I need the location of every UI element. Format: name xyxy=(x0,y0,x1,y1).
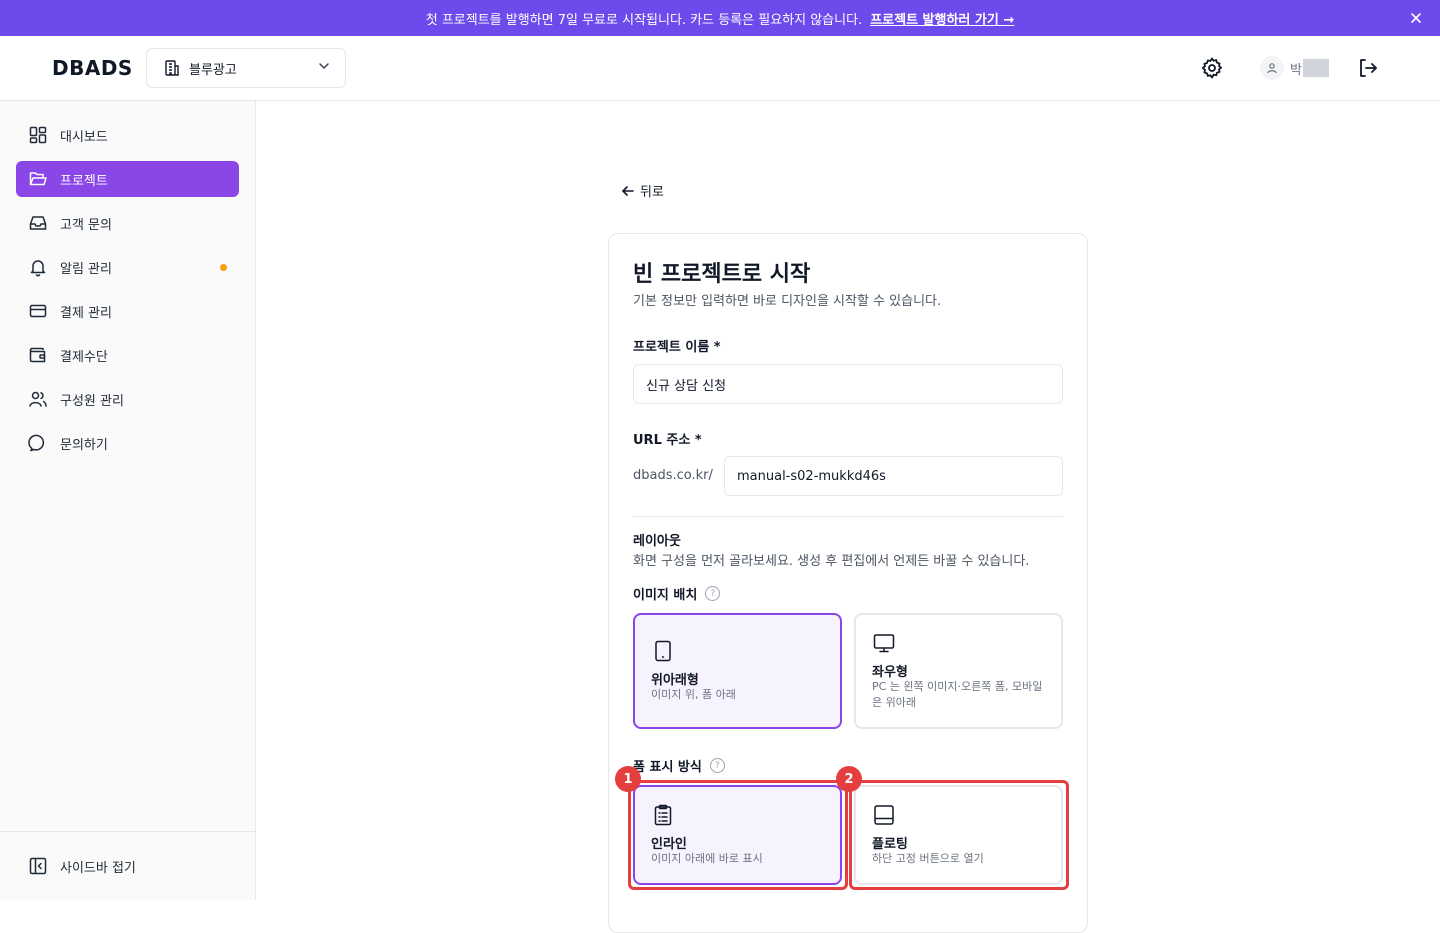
annotation-badge-2: 2 xyxy=(836,766,862,792)
sidebar-item-label: 문의하기 xyxy=(60,437,108,453)
user-icon xyxy=(1260,56,1284,80)
arrow-left-icon xyxy=(620,183,636,199)
url-input[interactable]: manual-s02-mukkd46s xyxy=(724,456,1063,496)
option-side-by-side-layout[interactable]: 좌우형 PC 는 왼쪽 이미지·오른쪽 폼, 모바일은 위아래 xyxy=(854,613,1063,729)
collapse-label: 사이드바 접기 xyxy=(60,860,136,876)
user-menu[interactable]: 박 xyxy=(1260,56,1329,80)
sidebar-footer: 사이드바 접기 xyxy=(0,831,255,900)
user-name: 박 xyxy=(1290,62,1302,78)
folder-icon xyxy=(28,169,48,189)
form-display-text: 폼 표시 방식 xyxy=(633,760,702,775)
option-description: 이미지 위, 폼 아래 xyxy=(651,688,736,701)
building-icon xyxy=(163,59,181,77)
page-title: 빈 프로젝트로 시작 xyxy=(633,262,811,287)
users-icon xyxy=(28,389,48,409)
tablet-icon xyxy=(651,639,675,663)
divider xyxy=(633,516,1063,517)
layout-description: 화면 구성을 먼저 골라보세요. 생성 후 편집에서 언제든 바꿀 수 있습니다… xyxy=(633,554,1030,569)
image-placement-label: 이미지 배치 ? xyxy=(633,584,721,603)
dashboard-icon xyxy=(28,125,48,145)
image-placement-text: 이미지 배치 xyxy=(633,588,698,603)
sidebar-item-notifications[interactable]: 알림 관리 xyxy=(16,249,239,285)
logout-icon[interactable] xyxy=(1356,56,1380,80)
banner-message: 첫 프로젝트를 발행하면 7일 무료로 시작됩니다. 카드 등록은 필요하지 않… xyxy=(425,12,863,28)
close-icon[interactable] xyxy=(1406,8,1426,28)
sidebar-item-dashboard[interactable]: 대시보드 xyxy=(16,117,239,153)
wallet-icon xyxy=(28,345,48,365)
project-name-label: 프로젝트 이름 * xyxy=(633,340,721,355)
option-title: 위아래형 xyxy=(651,673,699,688)
banner-publish-link[interactable]: 프로젝트 발행하러 가기 → xyxy=(870,9,1014,28)
sidebar-item-label: 고객 문의 xyxy=(60,217,112,233)
notification-dot xyxy=(220,264,227,271)
page-description: 기본 정보만 입력하면 바로 디자인을 시작할 수 있습니다. xyxy=(633,294,942,309)
annotation-badge-1: 1 xyxy=(615,766,641,792)
workspace-select[interactable]: 블루광고 xyxy=(146,48,346,88)
user-name-redaction xyxy=(1302,59,1329,77)
chat-icon xyxy=(28,433,48,453)
sidebar-item-label: 알림 관리 xyxy=(60,261,112,277)
promo-banner: 첫 프로젝트를 발행하면 7일 무료로 시작됩니다. 카드 등록은 필요하지 않… xyxy=(0,0,1440,36)
gear-icon[interactable] xyxy=(1200,56,1224,80)
option-stacked-layout[interactable]: 위아래형 이미지 위, 폼 아래 xyxy=(633,613,842,729)
help-icon[interactable]: ? xyxy=(709,758,725,773)
sidebar-item-projects[interactable]: 프로젝트 xyxy=(16,161,239,197)
sidebar-collapse-icon xyxy=(28,856,48,876)
option-title: 좌우형 xyxy=(872,665,908,680)
back-label: 뒤로 xyxy=(640,185,664,200)
option-description: PC 는 왼쪽 이미지·오른쪽 폼, 모바일은 위아래 xyxy=(872,680,1043,709)
sidebar-item-inquiries[interactable]: 고객 문의 xyxy=(16,205,239,241)
monitor-icon xyxy=(872,631,896,655)
url-label: URL 주소 * xyxy=(633,433,702,448)
highlight-box-1 xyxy=(628,780,848,890)
highlight-box-2 xyxy=(849,780,1069,890)
workspace-name: 블루광고 xyxy=(189,62,237,78)
sidebar-item-label: 대시보드 xyxy=(60,129,108,145)
back-button[interactable]: 뒤로 xyxy=(620,181,664,200)
sidebar-item-label: 구성원 관리 xyxy=(60,393,124,409)
collapse-sidebar-button[interactable]: 사이드바 접기 xyxy=(28,856,136,876)
credit-card-icon xyxy=(28,301,48,321)
sidebar-item-label: 프로젝트 xyxy=(60,173,108,189)
sidebar: 대시보드 프로젝트 고객 문의 알림 관리 결제 관리 결제수단 구성원 관리 … xyxy=(0,101,256,900)
form-display-label: 폼 표시 방식 ? xyxy=(633,756,725,775)
inbox-icon xyxy=(28,213,48,233)
help-icon[interactable]: ? xyxy=(705,586,721,601)
sidebar-item-label: 결제수단 xyxy=(60,349,108,365)
sidebar-item-payment-methods[interactable]: 결제수단 xyxy=(16,337,239,373)
sidebar-item-billing[interactable]: 결제 관리 xyxy=(16,293,239,329)
sidebar-item-members[interactable]: 구성원 관리 xyxy=(16,381,239,417)
url-prefix: dbads.co.kr/ xyxy=(633,468,713,483)
sidebar-item-label: 결제 관리 xyxy=(60,305,112,321)
top-header: DBADS 블루광고 박 xyxy=(0,36,1440,101)
chevron-down-icon xyxy=(317,59,331,77)
bell-icon xyxy=(28,257,48,277)
layout-title: 레이아웃 xyxy=(633,534,681,549)
sidebar-item-contact[interactable]: 문의하기 xyxy=(16,425,239,461)
project-name-input[interactable]: 신규 상담 신청 xyxy=(633,364,1063,404)
logo[interactable]: DBADS xyxy=(52,56,133,80)
